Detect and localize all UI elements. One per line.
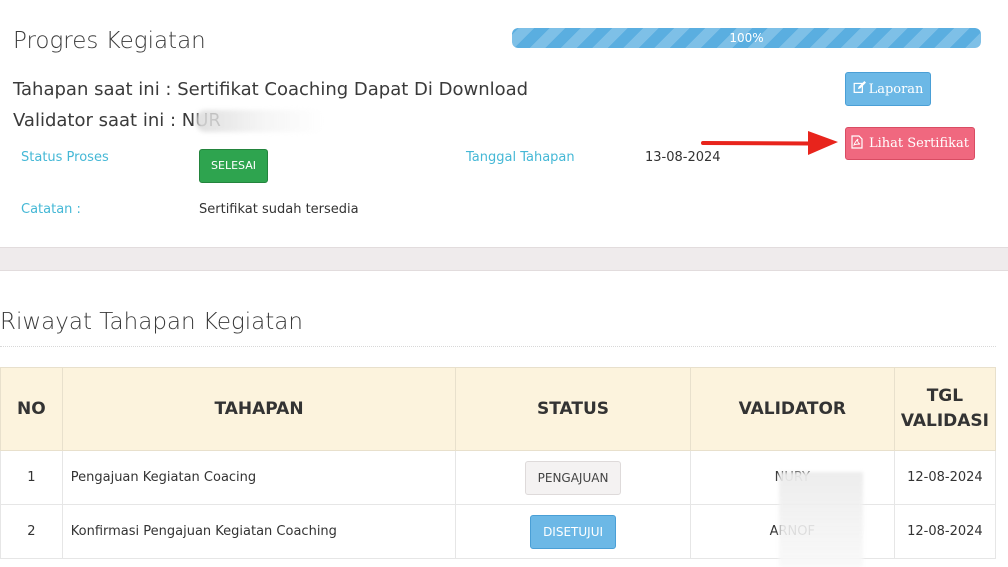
- history-divider: [0, 346, 996, 347]
- column-header-no: NO: [0, 367, 63, 451]
- row-stage: Konfirmasi Pengajuan Kegiatan Coaching: [61, 504, 457, 559]
- column-header-stage: TAHAPAN: [61, 367, 457, 451]
- note-label: Catatan :: [21, 202, 81, 217]
- stage-date-label: Tanggal Tahapan: [466, 150, 575, 165]
- redacted-validator-names: [779, 472, 863, 567]
- row-validation-date: 12-08-2024: [893, 504, 997, 559]
- view-certificate-button[interactable]: Lihat Sertifikat: [845, 127, 975, 160]
- pdf-file-icon: [851, 134, 863, 153]
- red-arrow-annotation: [701, 131, 838, 155]
- section-separator: [0, 247, 1008, 271]
- column-header-status: STATUS: [455, 367, 691, 451]
- laporan-button-label: Laporan: [868, 81, 924, 97]
- note-value: Sertifikat sudah tersedia: [199, 202, 359, 217]
- row-status-cell: PENGAJUAN: [455, 450, 691, 505]
- edit-icon: [853, 80, 866, 98]
- view-certificate-label: Lihat Sertifikat: [869, 136, 969, 151]
- history-title: Riwayat Tahapan Kegiatan: [0, 309, 303, 335]
- page-title: Progres Kegiatan: [13, 28, 206, 54]
- column-header-validator: VALIDATOR: [689, 367, 895, 451]
- redacted-validator-name: [196, 110, 324, 132]
- status-badge-pengajuan: PENGAJUAN: [524, 460, 622, 495]
- laporan-button[interactable]: Laporan: [845, 72, 931, 106]
- row-validation-date: 12-08-2024: [893, 450, 997, 505]
- row-status-cell: DISETUJUI: [455, 504, 691, 559]
- table-header-row: NO TAHAPAN STATUS VALIDATOR TGL VALIDASI: [0, 367, 997, 451]
- status-process-label: Status Proses: [21, 150, 109, 165]
- progress-percent-label: 100%: [729, 31, 764, 45]
- status-badge-disetujui: DISETUJUI: [530, 514, 617, 549]
- status-badge: SELESAI: [199, 149, 268, 183]
- row-number: 2: [0, 504, 63, 559]
- row-stage: Pengajuan Kegiatan Coacing: [61, 450, 457, 505]
- column-header-validation-date: TGL VALIDASI: [893, 367, 997, 451]
- current-stage-text: Tahapan saat ini : Sertifikat Coaching D…: [13, 79, 529, 100]
- current-validator-text: Validator saat ini : NUR: [13, 110, 221, 131]
- row-number: 1: [0, 450, 63, 505]
